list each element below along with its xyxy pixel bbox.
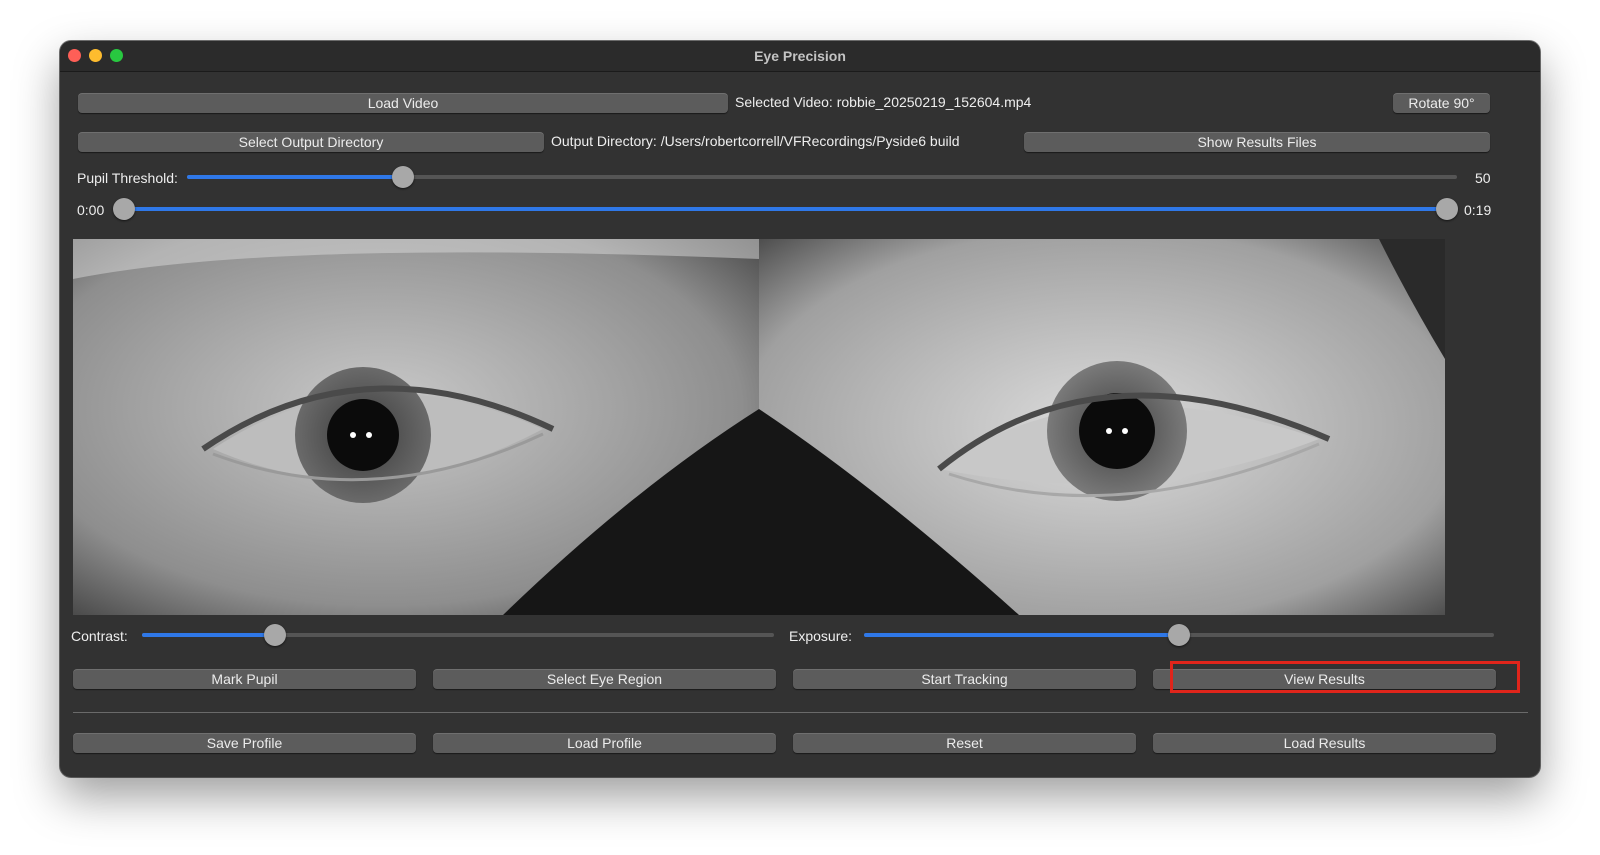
select-output-directory-button[interactable]: Select Output Directory [78,132,544,152]
pupil-threshold-handle[interactable] [392,166,414,188]
video-preview[interactable] [73,239,1445,615]
mark-pupil-button[interactable]: Mark Pupil [73,669,416,689]
select-eye-region-button[interactable]: Select Eye Region [433,669,776,689]
output-directory-label: Output Directory: /Users/robertcorrell/V… [551,133,960,149]
contrast-fill [142,633,275,637]
pupil-threshold-fill [187,175,403,179]
load-profile-button[interactable]: Load Profile [433,733,776,753]
exposure-label: Exposure: [789,628,853,644]
exposure-handle[interactable] [1168,624,1190,646]
timeline-slider[interactable] [124,207,1446,211]
divider [73,712,1528,713]
start-tracking-button[interactable]: Start Tracking [793,669,1136,689]
timeline-start-time: 0:00 [77,202,105,218]
view-results-highlight [1170,661,1520,693]
load-results-button[interactable]: Load Results [1153,733,1496,753]
title-bar: Eye Precision [60,41,1540,72]
right-eye-frame [759,239,1445,615]
rotate-button[interactable]: Rotate 90° [1393,93,1490,113]
pupil-threshold-label: Pupil Threshold: [77,170,178,186]
app-window: Eye Precision Load Video Selected Video:… [60,41,1540,777]
reset-button[interactable]: Reset [793,733,1136,753]
timeline-end-time: 0:19 [1464,202,1492,218]
left-eye-frame [73,239,759,615]
load-video-button[interactable]: Load Video [78,93,728,113]
contrast-slider[interactable] [142,633,774,637]
pupil-threshold-value: 50 [1475,170,1491,186]
contrast-label: Contrast: [71,628,128,644]
timeline-start-handle[interactable] [113,198,135,220]
show-results-files-button[interactable]: Show Results Files [1024,132,1490,152]
save-profile-button[interactable]: Save Profile [73,733,416,753]
window-title: Eye Precision [754,48,846,64]
timeline-fill [124,207,1446,211]
exposure-fill [864,633,1179,637]
contrast-handle[interactable] [264,624,286,646]
timeline-end-handle[interactable] [1436,198,1458,220]
pupil-threshold-slider[interactable] [187,175,1457,179]
selected-video-label: Selected Video: robbie_20250219_152604.m… [735,94,1032,110]
